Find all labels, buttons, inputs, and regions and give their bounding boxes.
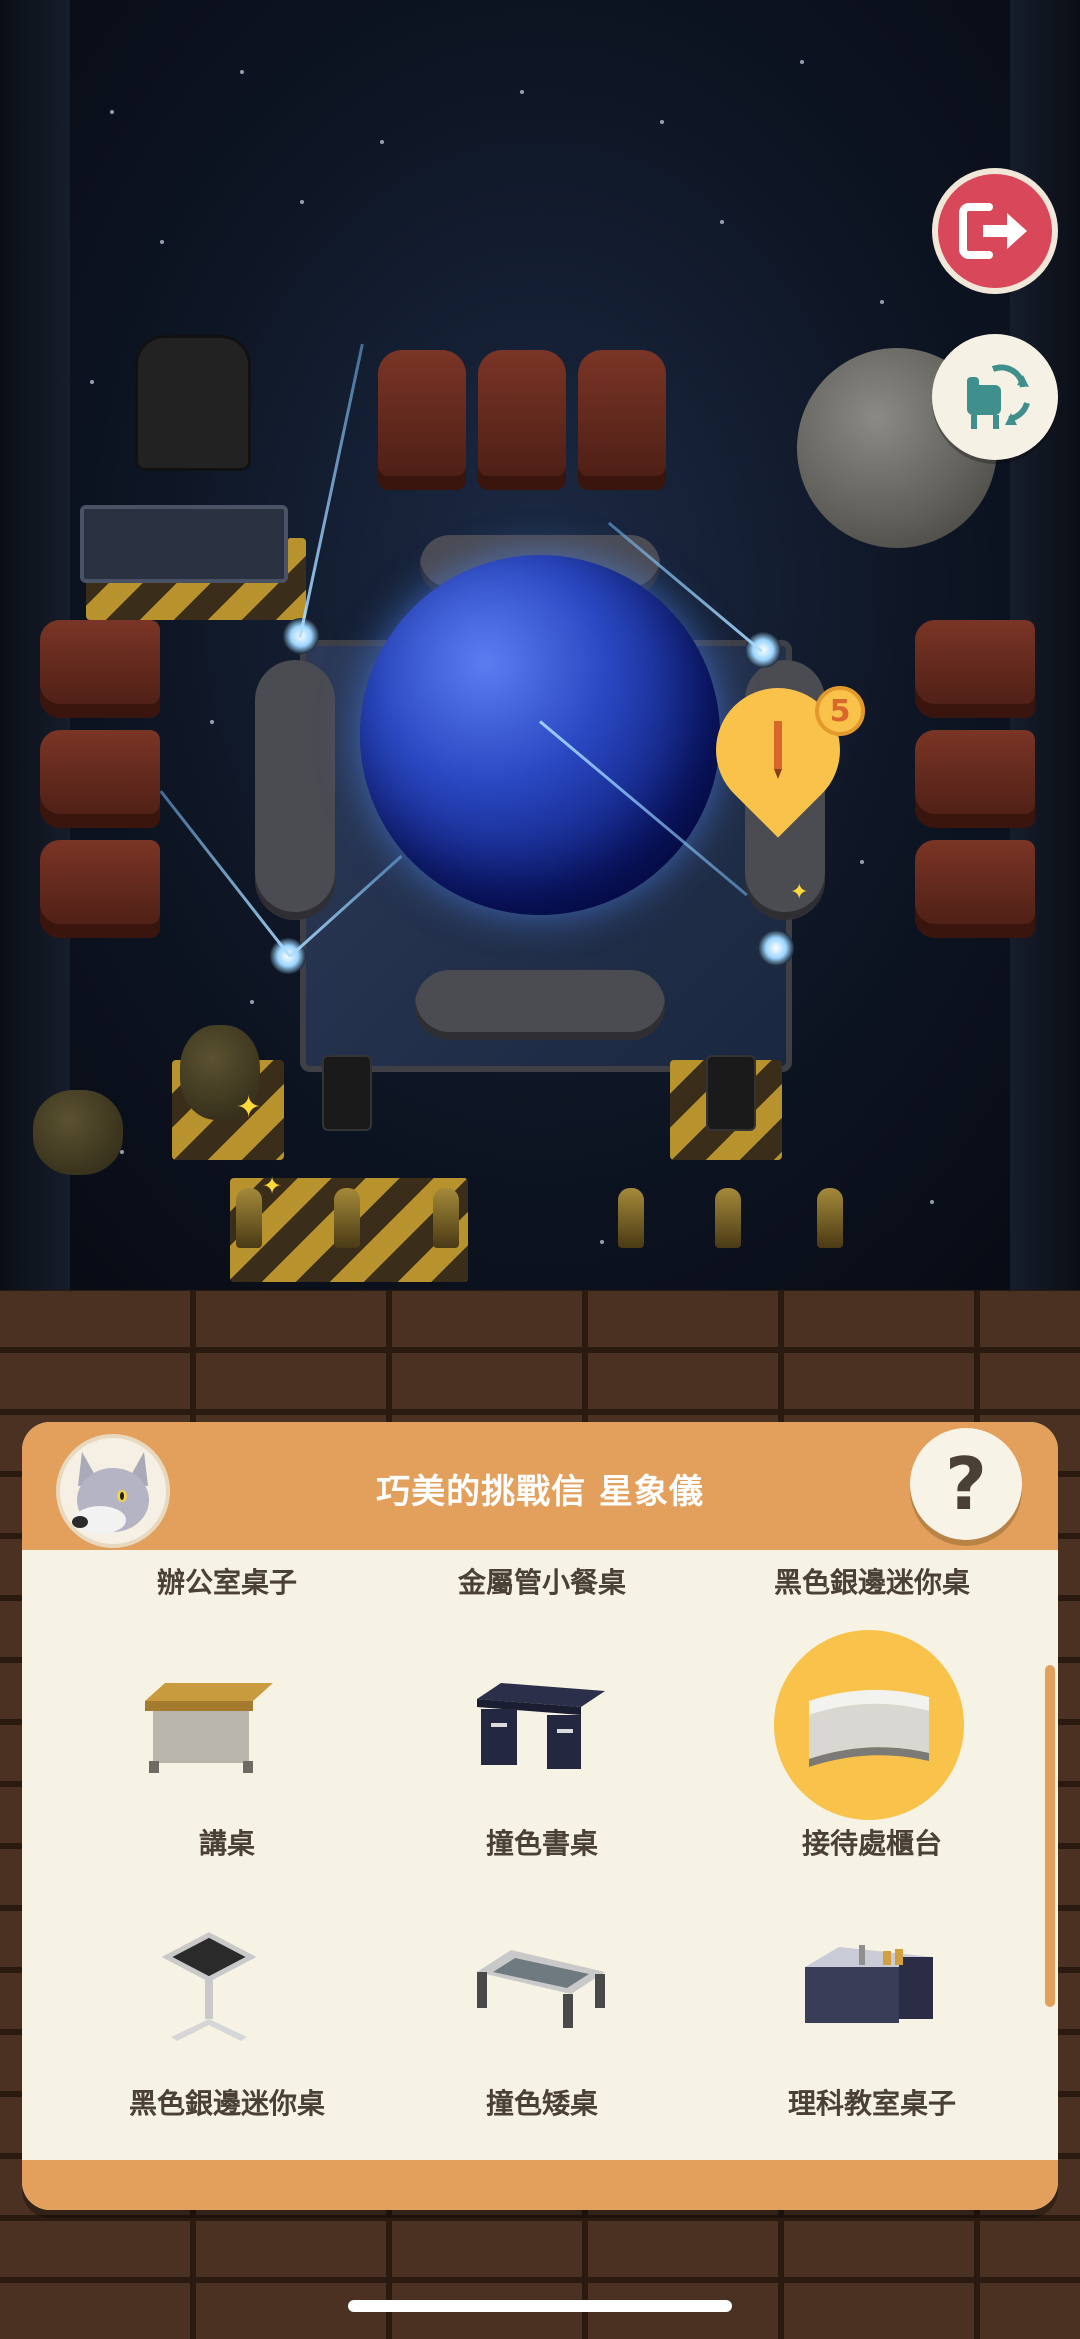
reception-counter-icon — [809, 1689, 929, 1767]
pencil-icon — [766, 715, 790, 785]
item-label: 講桌 — [198, 1827, 255, 1860]
item-two-tone-low-table[interactable] — [446, 1892, 636, 2082]
item-label: 金屬管小餐桌 — [457, 1566, 626, 1599]
ring-segment — [415, 970, 665, 1040]
item-label: 黑色銀邊迷你桌 — [128, 2087, 325, 2120]
control-desk[interactable] — [80, 505, 288, 583]
item-label: 黑色銀邊迷你桌 — [773, 1566, 970, 1599]
lab-table-icon — [805, 1945, 933, 2023]
light-beam — [298, 343, 364, 638]
item-science-lab-table[interactable] — [774, 1892, 964, 2082]
exit-button[interactable] — [932, 168, 1058, 294]
planetarium-globe[interactable] — [360, 555, 720, 915]
rope-post[interactable] — [618, 1188, 644, 1248]
challenge-panel: 巧美的挑戰信 星象儀 辦公室桌子 金屬管小餐桌 黑色銀邊迷你桌 講桌 撞色書桌 — [22, 1422, 1058, 2210]
panel-scrollbar[interactable] — [1045, 1665, 1055, 2007]
panel-title: 巧美的挑戰信 星象儀 — [376, 1472, 704, 1512]
sparkle-icon: ✦ — [236, 1090, 262, 1125]
help-button[interactable]: ? — [910, 1428, 1022, 1540]
rope-post[interactable] — [334, 1188, 360, 1248]
item-reception-counter[interactable] — [774, 1630, 964, 1820]
theater-seats-right[interactable] — [915, 620, 1035, 938]
rope-post[interactable] — [236, 1188, 262, 1248]
rope-post[interactable] — [433, 1188, 459, 1248]
item-two-tone-desk[interactable] — [446, 1632, 636, 1822]
asteroid-decor[interactable] — [33, 1090, 123, 1175]
item-label: 辦公室桌子 — [156, 1566, 297, 1599]
panel-footer — [22, 2160, 1058, 2210]
mini-table-icon — [161, 1932, 257, 2041]
wolf-villager-icon — [72, 1452, 149, 1534]
item-label: 撞色書桌 — [485, 1827, 598, 1860]
sparkle-icon: ✦ — [790, 880, 809, 905]
theater-seat[interactable] — [378, 350, 466, 490]
podium-desk-icon — [145, 1683, 273, 1773]
marker-count-badge: 5 — [815, 686, 865, 736]
office-chair[interactable] — [135, 335, 251, 471]
theater-seat[interactable] — [40, 840, 160, 938]
theater-seats-left[interactable] — [40, 620, 160, 938]
item-label: 接待處櫃台 — [801, 1827, 942, 1860]
exit-door-icon — [959, 203, 1027, 259]
item-label: 撞色矮桌 — [485, 2087, 598, 2120]
chair-swap-icon — [967, 364, 1030, 429]
speaker[interactable] — [322, 1055, 372, 1131]
sparkle-icon: ✦ — [262, 1172, 283, 1200]
item-label: 理科教室桌子 — [787, 2087, 956, 2120]
panel-header: 巧美的挑戰信 星象儀 — [22, 1422, 1058, 1550]
theater-seat[interactable] — [40, 730, 160, 828]
villager-avatar — [56, 1434, 170, 1548]
game-scene[interactable]: ✦ ✦ ✦ — [0, 0, 1080, 1300]
theater-seat[interactable] — [915, 620, 1035, 718]
item-podium-desk[interactable] — [114, 1632, 304, 1822]
theater-seat[interactable] — [478, 350, 566, 490]
ring-segment — [255, 660, 335, 920]
speaker[interactable] — [706, 1055, 756, 1131]
projector-lamp — [758, 930, 794, 966]
swap-furniture-button[interactable] — [932, 334, 1058, 460]
theater-seat[interactable] — [578, 350, 666, 490]
low-table-icon — [477, 1950, 605, 2028]
theater-seat[interactable] — [915, 840, 1035, 938]
theater-seats-top[interactable] — [378, 350, 666, 490]
theater-seat[interactable] — [915, 730, 1035, 828]
theater-seat[interactable] — [40, 620, 160, 718]
two-tone-desk-icon — [477, 1683, 605, 1769]
rope-post[interactable] — [817, 1188, 843, 1248]
rope-post[interactable] — [715, 1188, 741, 1248]
home-indicator[interactable] — [348, 2300, 732, 2312]
item-black-silver-mini-table[interactable] — [114, 1892, 304, 2082]
